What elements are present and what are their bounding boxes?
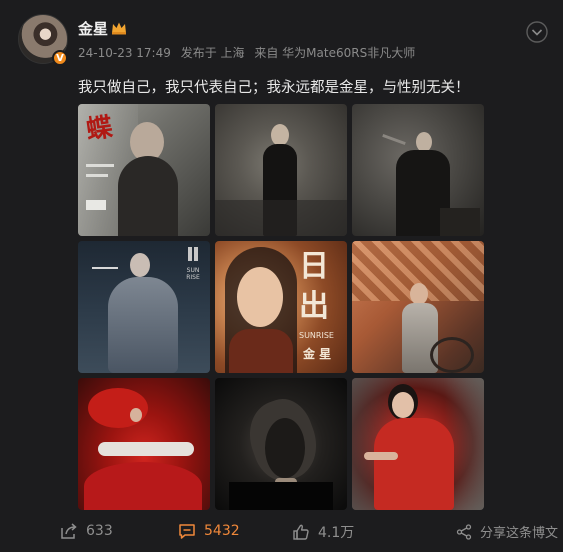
sun-rise-side-text: SUN RISE xyxy=(186,267,200,281)
like-count: 4.1万 xyxy=(318,525,355,541)
post-device: 来自 华为Mate60RS非凡大师 xyxy=(254,46,416,60)
photo-tile-4[interactable]: SUN RISE xyxy=(78,241,210,373)
share-action[interactable]: 633 xyxy=(60,522,113,540)
comment-icon xyxy=(179,524,195,539)
photo-tile-5[interactable]: 日出 SUNRISE 金 星 xyxy=(215,241,347,373)
share-post-label: 分享这条博文 xyxy=(480,526,559,541)
photo-tile-7[interactable] xyxy=(78,378,210,510)
share-count: 633 xyxy=(86,523,113,539)
photo-tile-8[interactable] xyxy=(215,378,347,510)
share-icon xyxy=(61,523,77,539)
thumbs-up-icon xyxy=(293,524,309,540)
post-date[interactable]: 24-10-23 17:49 xyxy=(78,46,171,60)
share-post-action[interactable]: 分享这条博文 xyxy=(456,522,558,541)
photo-tile-3[interactable] xyxy=(352,104,484,236)
username[interactable]: 金星 xyxy=(78,18,108,39)
photo-tile-6[interactable] xyxy=(352,241,484,373)
verified-badge: V xyxy=(52,50,68,66)
post-meta: 24-10-23 17:49 发布于 上海 来自 华为Mate60RS非凡大师 xyxy=(78,44,421,61)
comment-action[interactable]: 5432 xyxy=(178,522,240,540)
share-nodes-icon xyxy=(456,523,472,540)
photo-tile-2[interactable] xyxy=(215,104,347,236)
sunrise-poster-title: 日出 xyxy=(299,249,329,324)
like-action[interactable]: 4.1万 xyxy=(292,522,354,542)
crown-badge-icon xyxy=(112,22,126,35)
image-grid: 蝶 SUN RISE 日出 SUNRISE 金 星 xyxy=(78,104,484,510)
chevron-down-icon[interactable] xyxy=(525,20,549,44)
post-location: 发布于 上海 xyxy=(180,46,245,60)
comment-count: 5432 xyxy=(204,523,240,539)
photo-tile-1[interactable]: 蝶 xyxy=(78,104,210,236)
sunrise-poster-en: SUNRISE xyxy=(299,331,334,340)
action-bar: 633 5432 4.1万 分享这条博文 xyxy=(0,512,563,548)
photo-tile-9[interactable] xyxy=(352,378,484,510)
post-text: 我只做自己，我只代表自己；我永远都是金星，与性别无关！ xyxy=(78,80,470,96)
weibo-post-card: V 金星 24-10-23 17:49 发布于 上海 来自 华为Mate60RS… xyxy=(0,0,563,552)
sunrise-poster-name: 金 星 xyxy=(303,347,332,361)
